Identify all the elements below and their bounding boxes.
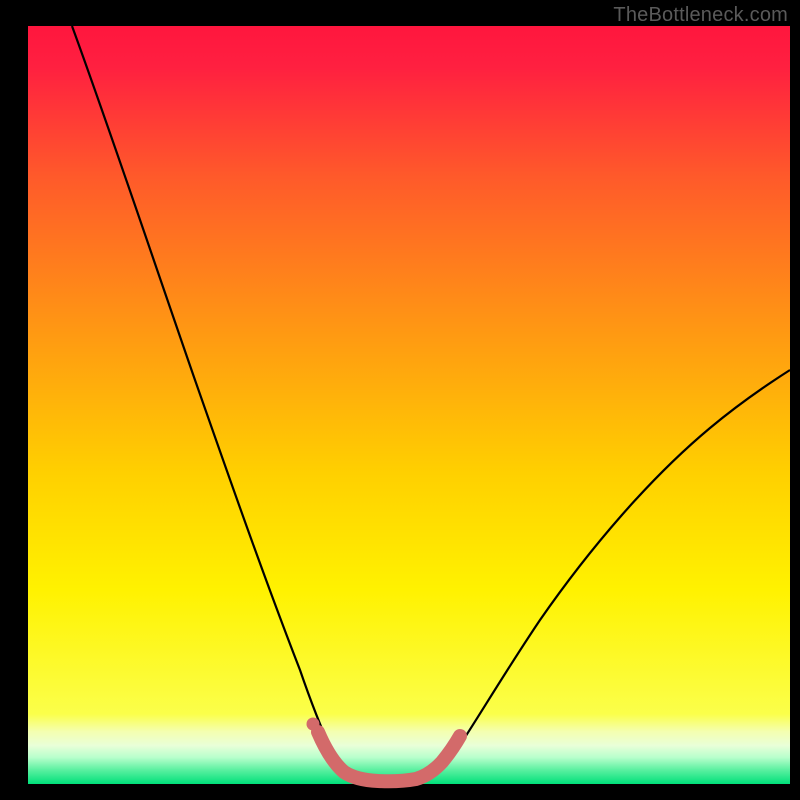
gradient-upper	[28, 26, 790, 714]
plot-area	[28, 26, 790, 784]
optimal-zone-start-dot	[307, 718, 320, 731]
chart-frame: TheBottleneck.com	[0, 0, 800, 800]
watermark-text: TheBottleneck.com	[613, 4, 788, 27]
bottleneck-chart	[0, 0, 800, 800]
